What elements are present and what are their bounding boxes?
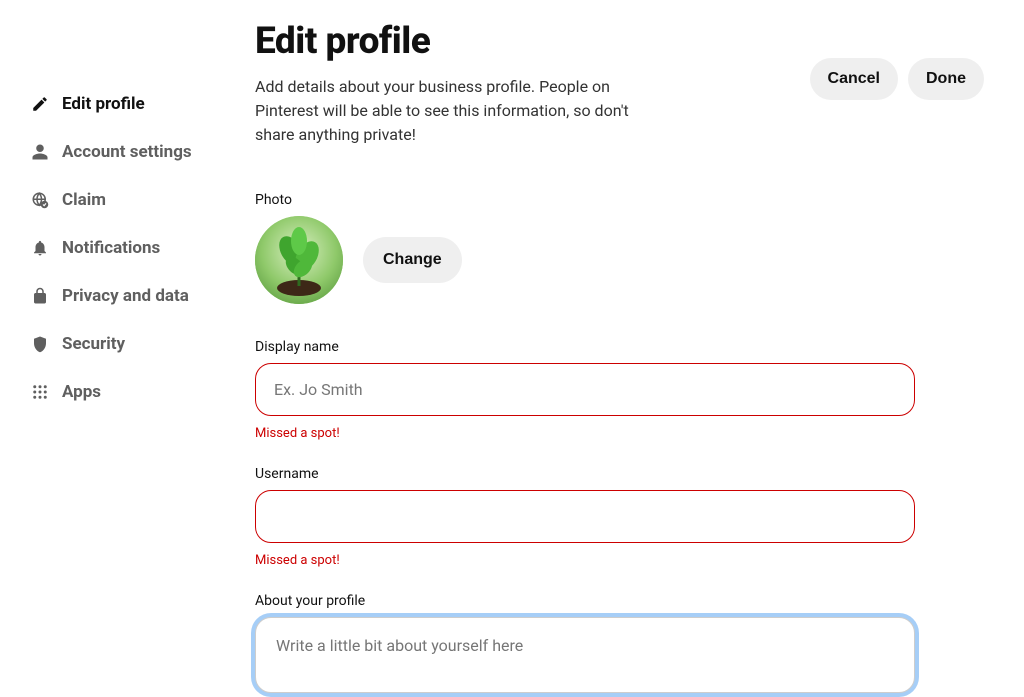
lock-icon xyxy=(30,286,50,306)
grid-icon xyxy=(30,382,50,402)
display-name-error: Missed a spot! xyxy=(255,426,915,441)
settings-sidebar: Edit profile Account settings Claim Noti… xyxy=(0,0,255,689)
sidebar-item-label: Account settings xyxy=(62,142,192,162)
display-name-label: Display name xyxy=(255,339,915,355)
globe-check-icon xyxy=(30,190,50,210)
page-description: Add details about your business profile.… xyxy=(255,75,655,147)
page-title: Edit profile xyxy=(255,20,655,63)
main-content: Edit profile Add details about your busi… xyxy=(255,0,1024,689)
sidebar-item-claim[interactable]: Claim xyxy=(30,176,255,224)
shield-icon xyxy=(30,334,50,354)
photo-label: Photo xyxy=(255,192,915,208)
sidebar-item-label: Privacy and data xyxy=(62,286,189,306)
sidebar-item-label: Claim xyxy=(62,190,106,210)
username-label: Username xyxy=(255,466,915,482)
about-label: About your profile xyxy=(255,593,915,609)
pencil-icon xyxy=(30,94,50,114)
about-textarea[interactable] xyxy=(255,617,915,693)
bell-icon xyxy=(30,238,50,258)
username-error: Missed a spot! xyxy=(255,553,915,568)
change-photo-button[interactable]: Change xyxy=(363,237,462,283)
sidebar-item-apps[interactable]: Apps xyxy=(30,368,255,416)
sidebar-item-privacy[interactable]: Privacy and data xyxy=(30,272,255,320)
sidebar-item-label: Apps xyxy=(62,382,101,402)
sidebar-item-account-settings[interactable]: Account settings xyxy=(30,128,255,176)
username-input[interactable] xyxy=(255,490,915,543)
sidebar-item-notifications[interactable]: Notifications xyxy=(30,224,255,272)
sidebar-item-label: Notifications xyxy=(62,238,160,258)
display-name-input[interactable] xyxy=(255,363,915,416)
sidebar-item-edit-profile[interactable]: Edit profile xyxy=(30,80,255,128)
sidebar-item-security[interactable]: Security xyxy=(30,320,255,368)
sidebar-item-label: Edit profile xyxy=(62,94,145,114)
avatar xyxy=(255,216,343,304)
cancel-button[interactable]: Cancel xyxy=(810,58,898,100)
sidebar-item-label: Security xyxy=(62,334,125,354)
done-button[interactable]: Done xyxy=(908,58,984,100)
person-icon xyxy=(30,142,50,162)
